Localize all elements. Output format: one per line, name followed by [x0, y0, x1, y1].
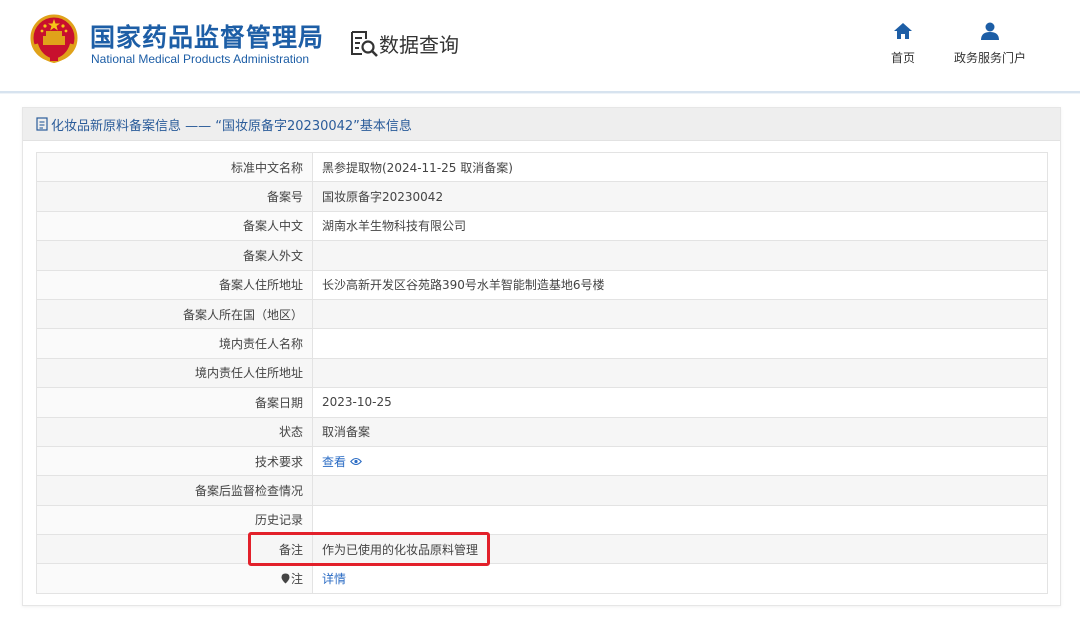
table-row: 历史记录 — [36, 504, 1048, 536]
field-label: 备案后监督检查情况 — [36, 475, 313, 506]
table-row: 标准中文名称 黑参提取物(2024-11-25 取消备案) — [36, 151, 1048, 183]
field-value: 湖南水羊生物科技有限公司 — [312, 210, 1048, 242]
site-name-en: National Medical Products Administration — [91, 52, 310, 66]
nav-gov-service-label: 政务服务门户 — [953, 51, 1026, 65]
field-value: 2023-10-25 — [312, 387, 1048, 418]
field-value: 长沙高新开发区谷苑路390号水羊智能制造基地6号楼 — [312, 269, 1048, 300]
site-name-cn: 国家药品监督管理局 — [90, 23, 325, 52]
table-row: 状态 取消备案 — [36, 416, 1048, 447]
field-label: 备注 — [36, 534, 313, 565]
table-row: 备案人住所地址 长沙高新开发区谷苑路390号水羊智能制造基地6号楼 — [36, 269, 1048, 300]
field-value: 取消备案 — [312, 416, 1048, 447]
national-emblem-icon — [30, 14, 78, 64]
field-value: 黑参提取物(2024-11-25 取消备案) — [312, 151, 1048, 183]
table-row: 境内责任人住所地址 — [36, 357, 1048, 389]
field-label: 备案人住所地址 — [36, 269, 313, 300]
table-row: 备案人所在国（地区） — [36, 298, 1048, 330]
record-detail-panel: 化妆品新原料备案信息 —— “国妆原备字20230042”基本信息 标准中文名称… — [22, 107, 1061, 606]
field-value — [312, 298, 1048, 330]
header-divider-shadow — [0, 93, 1080, 94]
field-value: 作为已使用的化妆品原料管理 — [312, 534, 1048, 565]
home-icon — [894, 23, 912, 39]
field-label: 标准中文名称 — [36, 151, 313, 183]
table-row: 注 详情 — [36, 563, 1048, 594]
field-value: 国妆原备字20230042 — [312, 181, 1048, 212]
panel-header: 化妆品新原料备案信息 —— “国妆原备字20230042”基本信息 — [23, 108, 1060, 141]
table-row: 境内责任人名称 — [36, 328, 1048, 359]
details-link[interactable]: 详情 — [322, 572, 346, 586]
field-label: 备案人所在国（地区） — [36, 298, 313, 330]
field-value — [312, 357, 1048, 389]
view-tech-requirements-link[interactable]: 查看 — [322, 455, 346, 469]
eye-icon[interactable] — [350, 455, 362, 469]
data-query-logo: 数据查询 — [349, 28, 459, 58]
document-search-icon — [351, 31, 378, 57]
field-value — [312, 240, 1048, 271]
user-icon — [981, 22, 999, 40]
field-label: 技术要求 — [36, 445, 313, 477]
field-label: 境内责任人住所地址 — [36, 357, 313, 389]
field-value — [312, 328, 1048, 359]
nav-home[interactable]: 首页 — [886, 22, 920, 66]
table-row: 备案人中文 湖南水羊生物科技有限公司 — [36, 210, 1048, 242]
nav-home-label: 首页 — [890, 51, 915, 65]
table-row: 备案号 国妆原备字20230042 — [36, 181, 1048, 212]
document-icon — [36, 117, 48, 131]
site-header: 国家药品监督管理局 National Medical Products Admi… — [0, 0, 1080, 92]
field-label: 状态 — [36, 416, 313, 447]
field-label: 历史记录 — [36, 504, 313, 536]
note-label: 注 — [290, 572, 303, 587]
table-row: 备案人外文 — [36, 240, 1048, 271]
table-row: 备案后监督检查情况 — [36, 475, 1048, 506]
nav-gov-service-portal[interactable]: 政务服务门户 — [950, 22, 1030, 66]
data-query-title: 数据查询 — [379, 32, 459, 57]
field-label: 备案人中文 — [36, 210, 313, 242]
field-label: 境内责任人名称 — [36, 328, 313, 359]
field-label: 备案号 — [36, 181, 313, 212]
record-info-table: 标准中文名称 黑参提取物(2024-11-25 取消备案) 备案号 国妆原备字2… — [36, 151, 1048, 594]
location-pin-icon — [281, 573, 290, 587]
table-row: 备注 作为已使用的化妆品原料管理 — [36, 534, 1048, 565]
field-label: 备案日期 — [36, 387, 313, 418]
field-label: 备案人外文 — [36, 240, 313, 271]
field-value — [312, 504, 1048, 536]
field-value: 查看 — [312, 445, 1048, 477]
field-value: 详情 — [312, 563, 1048, 594]
field-label-note: 注 — [36, 563, 313, 594]
panel-title: 化妆品新原料备案信息 —— “国妆原备字20230042”基本信息 — [51, 118, 412, 134]
table-row: 备案日期 2023-10-25 — [36, 387, 1048, 418]
field-value — [312, 475, 1048, 506]
table-row: 技术要求 查看 — [36, 445, 1048, 477]
